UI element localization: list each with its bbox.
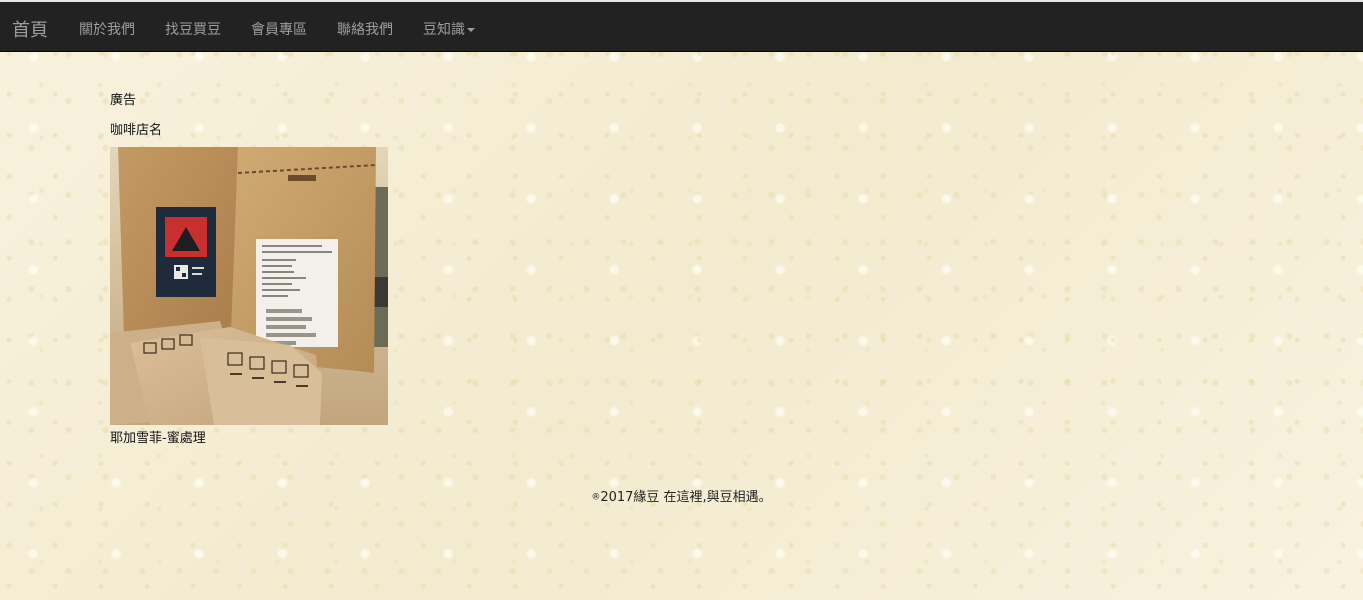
product-name[interactable]: 耶加雪菲-蜜處理 [110,427,206,446]
nav-item-find-beans[interactable]: 找豆買豆 [165,19,221,39]
nav-item-contact[interactable]: 聯絡我們 [337,19,393,39]
top-navbar: 首頁 關於我們 找豆買豆 會員專區 聯絡我們 豆知識 [0,2,1363,52]
coffee-bag-photo [110,147,388,425]
nav-item-members[interactable]: 會員專區 [251,19,307,39]
caret-down-icon [467,28,475,32]
footer-text: 2017緣豆 在這裡,與豆相遇。 [600,490,772,505]
nav-item-about[interactable]: 關於我們 [79,19,135,39]
shop-name: 咖啡店名 [110,123,163,138]
nav-item-bean-knowledge-dropdown[interactable]: 豆知識 [423,19,475,39]
footer-copyright: ®2017緣豆 在這裡,與豆相遇。 [0,486,1363,505]
product-image[interactable] [110,147,388,425]
home-brand-link[interactable]: 首頁 [12,16,48,42]
ad-heading: 廣告 [110,93,137,108]
nav-item-bean-knowledge-label: 豆知識 [423,22,465,38]
registered-symbol: ® [591,492,601,503]
